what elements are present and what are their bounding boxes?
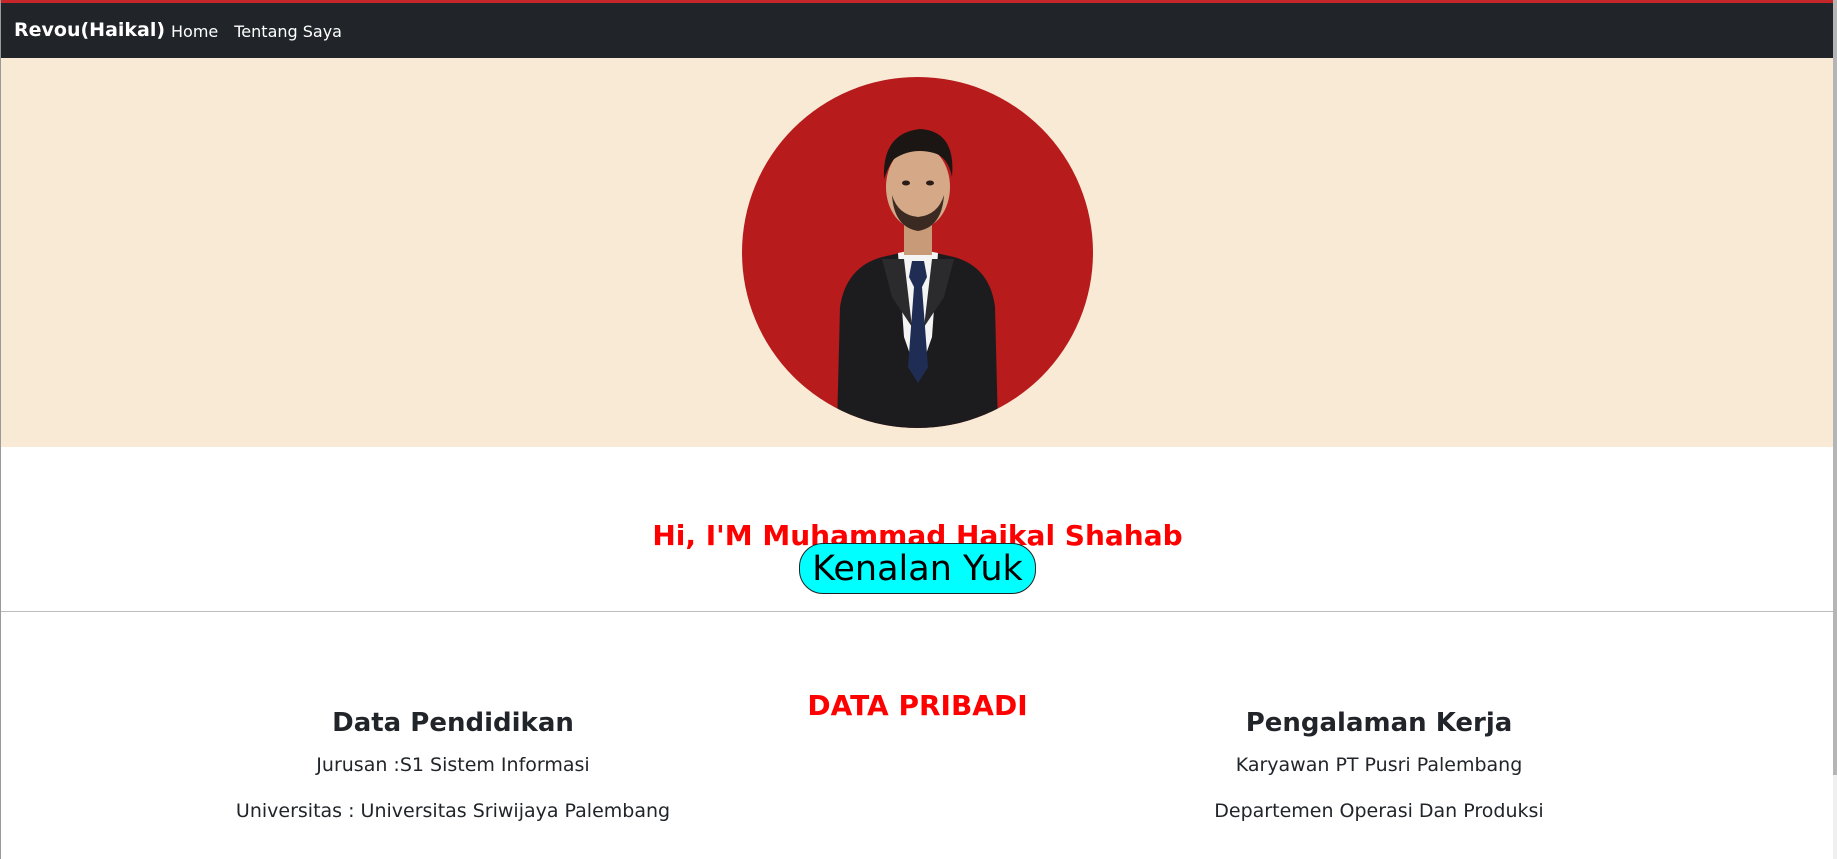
profile-photo	[742, 77, 1093, 428]
page: Revou(Haikal) Home Tentang Saya Hi, I'M …	[0, 0, 1834, 859]
navbar-brand[interactable]: Revou(Haikal)	[14, 19, 165, 41]
nav-links: Home Tentang Saya	[171, 22, 342, 41]
kenalan-yuk-button[interactable]: Kenalan Yuk	[799, 543, 1036, 594]
work-department: Departemen Operasi Dan Produksi	[1214, 800, 1544, 822]
nav-link-tentang-saya[interactable]: Tentang Saya	[234, 22, 342, 41]
education-heading: Data Pendidikan	[332, 708, 574, 738]
work-job: Karyawan PT Pusri Palembang	[1235, 754, 1523, 776]
vertical-scrollbar[interactable]	[1833, 0, 1837, 859]
section-divider	[1, 611, 1834, 612]
browser-viewport: Revou(Haikal) Home Tentang Saya Hi, I'M …	[0, 0, 1837, 859]
nav-link-home[interactable]: Home	[171, 22, 218, 41]
profile-photo-icon	[742, 77, 1093, 428]
education-university: Universitas : Universitas Sriwijaya Pale…	[235, 800, 671, 822]
navbar: Revou(Haikal) Home Tentang Saya	[1, 3, 1834, 58]
hero-section	[1, 58, 1834, 447]
scrollbar-thumb[interactable]	[1833, 0, 1837, 775]
work-column: Pengalaman Kerja Karyawan PT Pusri Palem…	[1099, 707, 1659, 823]
education-column: Data Pendidikan Jurusan :S1 Sistem Infor…	[173, 707, 733, 823]
education-major: Jurusan :S1 Sistem Informasi	[316, 754, 590, 776]
work-heading: Pengalaman Kerja	[1245, 708, 1513, 738]
